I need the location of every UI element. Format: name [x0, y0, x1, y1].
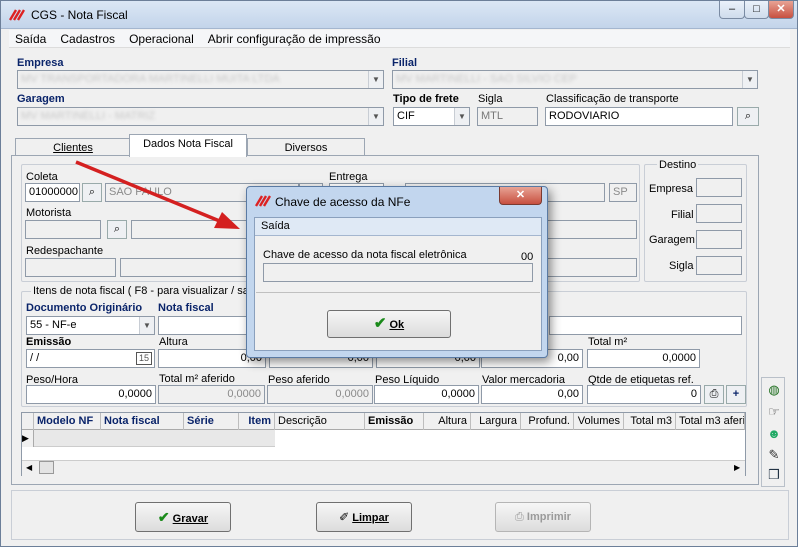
ok-label: Ok	[389, 319, 405, 331]
tab-dados-label: Dados Nota Fiscal	[143, 138, 233, 150]
chave-count: 00	[521, 251, 534, 263]
dialog-body: Saída Chave de acesso da nota fiscal ele…	[254, 217, 542, 351]
tab-dados-nota-fiscal[interactable]: Dados Nota Fiscal	[129, 134, 247, 157]
dialog-title: Chave de acesso da NFe	[275, 195, 411, 209]
dialog-divider	[256, 292, 540, 293]
ok-button[interactable]: ✔ Ok	[327, 310, 451, 338]
chave-label: Chave de acesso da nota fiscal eletrônic…	[263, 249, 467, 261]
chave-field[interactable]	[263, 263, 533, 282]
check-icon: ✔	[373, 315, 387, 332]
chave-acesso-dialog: Chave de acesso da NFe ✕ Saída Chave de …	[246, 186, 548, 358]
dialog-close-button[interactable]: ✕	[499, 187, 542, 205]
dialog-saida-menu[interactable]: Saída	[255, 218, 541, 236]
app-logo-icon	[254, 195, 272, 210]
